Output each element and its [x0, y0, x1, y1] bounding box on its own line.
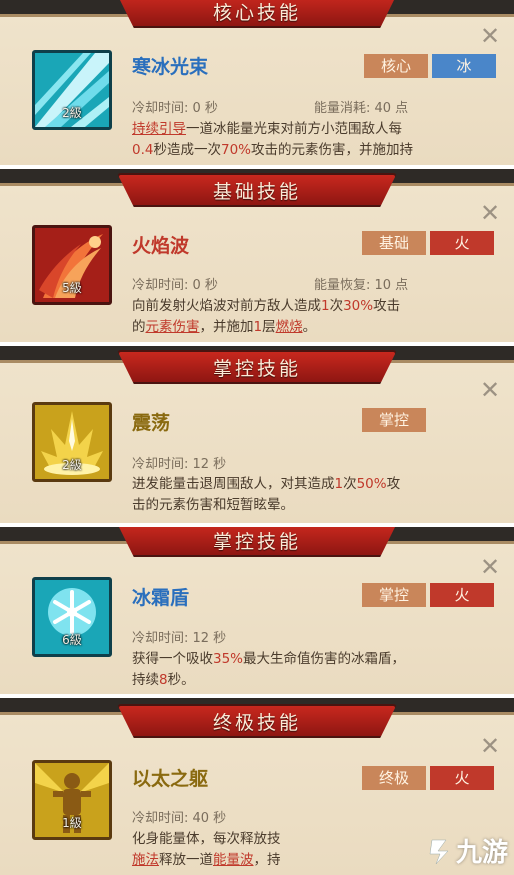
frost-shield-skill-icon[interactable]: 6級: [32, 577, 112, 657]
skill-description: 获得一个吸收35%最大生命值伤害的冰霜盾， 持续8秒。: [132, 651, 406, 688]
skill-name: 冰霜盾: [132, 587, 190, 609]
tag-fire: 火: [430, 231, 494, 255]
keyword-link[interactable]: 燃烧: [276, 319, 303, 335]
category-banner: 掌控技能: [117, 527, 397, 557]
skill-card-control-frost-shield: 掌控技能 ✕ 6級 冰霜盾 掌控 火 冷却时间: 12 秒 获得一个吸收35%最…: [0, 527, 514, 694]
cooldown-text: 冷却时间: 0 秒: [132, 278, 218, 293]
skill-card-core: 核心技能 ✕ 2級 寒冰光束 核心 冰 冷却时间: 0 秒 能量消耗: 40 点…: [0, 0, 514, 165]
skill-level: 1級: [62, 816, 82, 830]
keyword-link[interactable]: 元素伤害: [146, 319, 200, 335]
aether-body-skill-icon[interactable]: 1級: [32, 760, 112, 840]
category-banner: 掌控技能: [117, 350, 397, 384]
category-banner: 基础技能: [117, 173, 397, 207]
skill-name: 寒冰光束: [132, 56, 209, 78]
tag-control: 掌控: [362, 583, 426, 607]
tag-fire: 火: [430, 583, 494, 607]
keyword-link[interactable]: 能量波: [213, 852, 254, 868]
skill-description: 向前发射火焰波对前方敌人造成1次30%攻击 的元素伤害，并施加1层燃烧。: [132, 298, 401, 335]
category-title: 终极技能: [212, 711, 301, 734]
skill-name: 震荡: [132, 412, 171, 434]
skill-card-basic: 基础技能 ✕ 5級 火焰波 基础 火 冷却时间: 0 秒 能量恢复: 10 点 …: [0, 169, 514, 342]
category-title: 掌控技能: [212, 530, 301, 553]
tag-control: 掌控: [362, 408, 426, 432]
skill-name: 以太之躯: [132, 768, 209, 790]
energy-cost-text: 能量消耗: 40 点: [314, 101, 409, 116]
skill-level: 2級: [62, 458, 82, 472]
skill-description: 进发能量击退周围敌人，对其造成1次50%攻 击的元素伤害和短暂眩晕。: [132, 476, 401, 513]
category-title: 掌控技能: [212, 357, 301, 380]
tag-ice: 冰: [432, 54, 496, 78]
tag-basic: 基础: [362, 231, 426, 255]
tag-ultimate: 终极: [362, 766, 426, 790]
category-title: 核心技能: [212, 1, 301, 24]
skill-card-ultimate: 终极技能 ✕ 1級 以太之躯 终极 火 冷却时间: 40 秒 化身能量体，每次释…: [0, 698, 514, 875]
category-title: 基础技能: [212, 180, 301, 203]
category-banner: 终极技能: [117, 704, 397, 738]
close-icon[interactable]: ✕: [478, 734, 502, 758]
keyword-link[interactable]: 施法: [132, 852, 159, 868]
category-banner: 核心技能: [117, 0, 397, 28]
cooldown-text: 冷却时间: 40 秒: [132, 811, 227, 826]
shockwave-skill-icon[interactable]: 2級: [32, 402, 112, 482]
skill-level: 5級: [62, 281, 82, 295]
skill-card-control-shock: 掌控技能 ✕ 2級 震荡 掌控 冷却时间: 12 秒 进发能量击退周围敌人，对其…: [0, 346, 514, 523]
tag-fire: 火: [430, 766, 494, 790]
cooldown-text: 冷却时间: 0 秒: [132, 101, 218, 116]
skill-description: 持续引导一道冰能量光束对前方小范围敌人每 0.4秒造成一次70%攻击的元素伤害，…: [132, 121, 413, 158]
energy-restore-text: 能量恢复: 10 点: [314, 278, 409, 293]
close-icon[interactable]: ✕: [478, 555, 502, 579]
close-icon[interactable]: ✕: [478, 378, 502, 402]
fire-wave-skill-icon[interactable]: 5級: [32, 225, 112, 305]
frost-beam-skill-icon[interactable]: 2級: [32, 50, 112, 130]
skill-level: 2級: [62, 106, 82, 120]
nine-game-logo-icon: [429, 839, 449, 864]
skill-name: 火焰波: [132, 235, 190, 257]
close-icon[interactable]: ✕: [478, 24, 502, 48]
watermark-logo: 九游: [426, 832, 508, 869]
keyword-link[interactable]: 持续引导: [132, 121, 186, 137]
cooldown-text: 冷却时间: 12 秒: [132, 457, 227, 472]
close-icon[interactable]: ✕: [478, 201, 502, 225]
watermark-text: 九游: [455, 838, 508, 868]
tag-core: 核心: [364, 54, 428, 78]
cooldown-text: 冷却时间: 12 秒: [132, 631, 227, 646]
skill-level: 6級: [62, 633, 82, 647]
